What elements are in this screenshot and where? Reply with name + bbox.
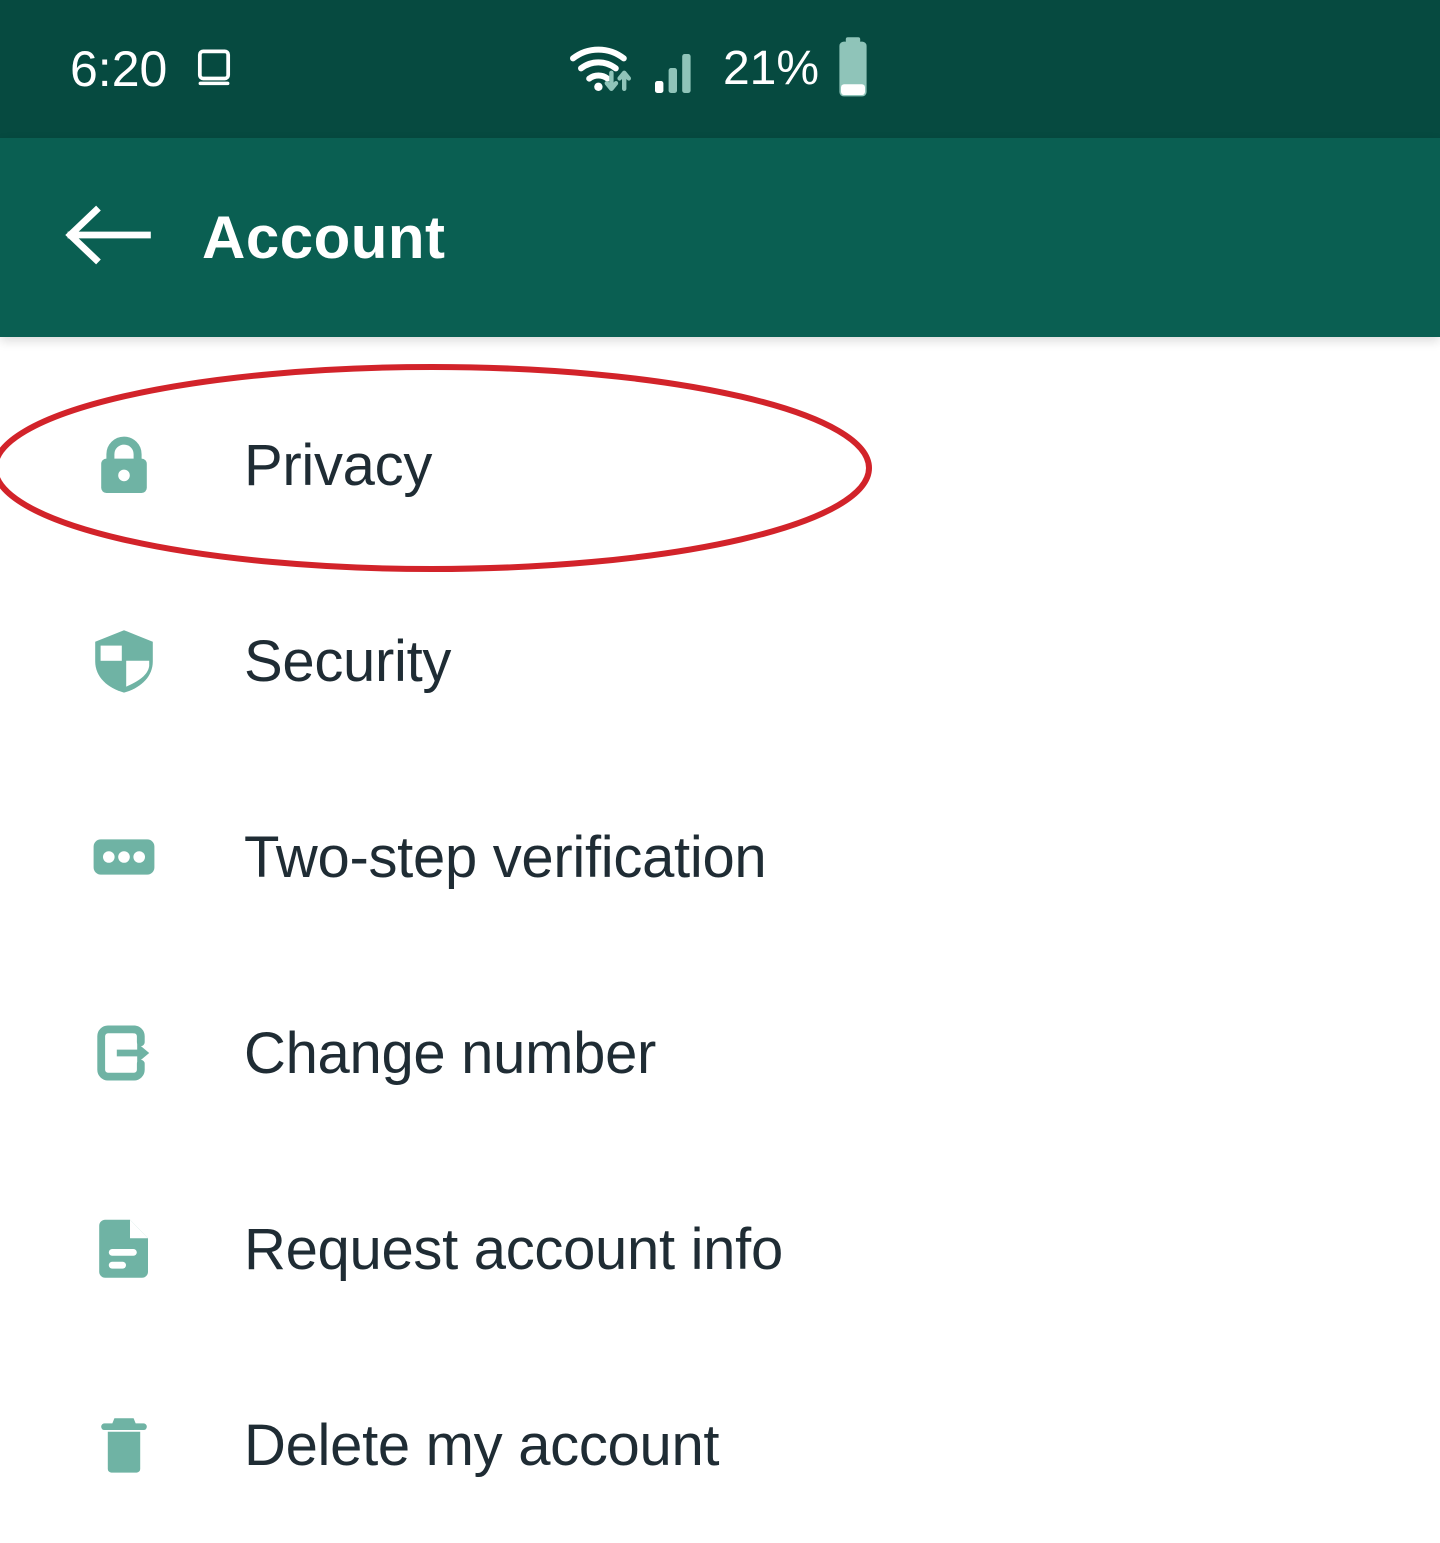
cellular-signal-icon <box>653 38 703 101</box>
list-item-privacy[interactable]: Privacy <box>0 367 1440 563</box>
list-item-request-account-info[interactable]: Request account info <box>0 1151 1440 1347</box>
document-lines-icon <box>88 1213 160 1285</box>
shield-icon <box>88 625 160 697</box>
list-item-change-number[interactable]: Change number <box>0 955 1440 1151</box>
list-item-label: Change number <box>244 1020 657 1086</box>
battery-icon <box>833 36 873 103</box>
list-item-label: Request account info <box>244 1216 783 1282</box>
trash-can-icon <box>88 1409 160 1481</box>
back-button[interactable] <box>62 192 154 284</box>
passcode-dots-icon <box>88 821 160 893</box>
back-arrow-icon <box>65 202 151 273</box>
phone-exit-arrow-icon <box>88 1017 160 1089</box>
account-settings-list: Privacy Security Two-step verification C… <box>0 337 1440 1520</box>
wifi-data-transfer-icon <box>567 38 639 101</box>
app-bar: Account <box>0 138 1440 337</box>
list-item-two-step-verification[interactable]: Two-step verification <box>0 759 1440 955</box>
status-bar-left: 6:20 <box>70 42 239 97</box>
battery-percent-label: 21% <box>722 42 820 95</box>
list-item-security[interactable]: Security <box>0 563 1440 759</box>
status-bar: 6:20 21% <box>0 0 1440 138</box>
list-item-label: Two-step verification <box>244 824 767 890</box>
list-item-label: Security <box>244 628 452 694</box>
cast-screen-icon <box>189 42 239 97</box>
lock-icon <box>88 429 160 501</box>
list-item-label: Privacy <box>244 432 433 498</box>
list-item-delete-my-account[interactable]: Delete my account <box>0 1347 1440 1543</box>
list-item-label: Delete my account <box>244 1412 720 1478</box>
clock-time: 6:20 <box>70 41 168 97</box>
page-title: Account <box>202 204 446 271</box>
